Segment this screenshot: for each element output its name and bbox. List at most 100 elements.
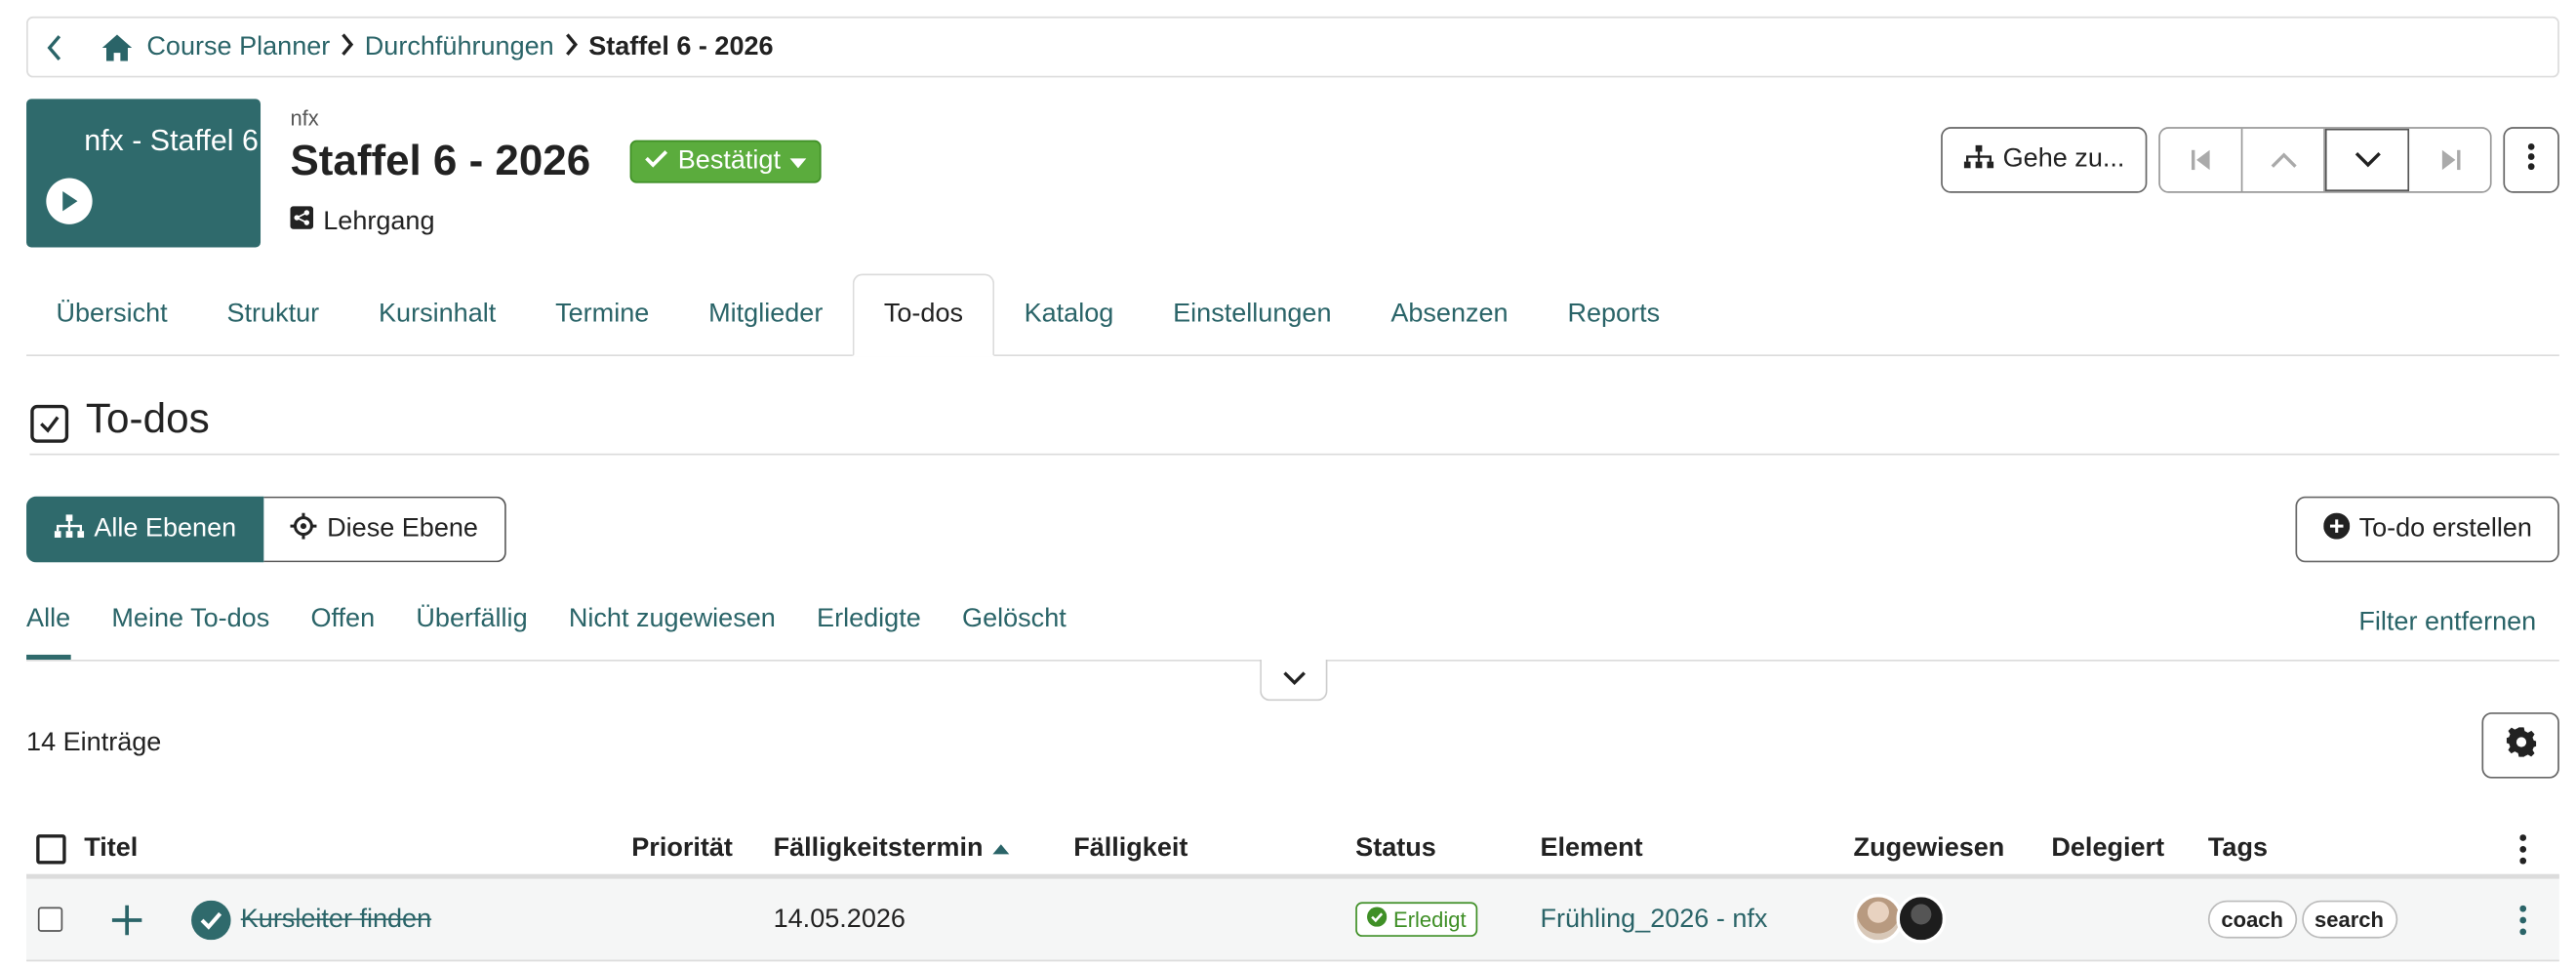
course-header: nfx Staffel 6 - 2026 Bestätigt Lehrgang	[290, 105, 823, 237]
col-status[interactable]: Status	[1355, 825, 1436, 874]
course-type: Lehrgang	[290, 206, 822, 237]
last-record-button[interactable]	[2409, 129, 2490, 191]
expand-filters-button[interactable]	[1260, 660, 1328, 702]
more-options-button[interactable]	[2503, 127, 2559, 193]
record-navigation	[2158, 127, 2492, 193]
status-badge: Erledigt	[1355, 902, 1478, 937]
ellipsis-vertical-icon	[2527, 142, 2535, 177]
crosshair-icon	[290, 511, 317, 546]
todo-element-link[interactable]: Frühling_2026 - nfx	[1540, 879, 1767, 960]
breadcrumb: Course Planner Durchführungen Staffel 6 …	[26, 16, 2559, 78]
level-toggle: Alle Ebenen Diese Ebene	[26, 496, 506, 563]
sort-ascending-icon	[992, 844, 1010, 855]
chevron-right-icon	[564, 33, 579, 61]
col-tags[interactable]: Tags	[2208, 825, 2268, 874]
course-thumbnail[interactable]: nfx - Staffel 6	[26, 99, 262, 248]
main-tabs: Übersicht Struktur Kursinhalt Termine Mi…	[26, 273, 2559, 357]
plus-circle-icon	[2322, 511, 2350, 546]
col-priority[interactable]: Priorität	[631, 825, 733, 874]
done-check-icon[interactable]	[191, 879, 231, 960]
chevron-right-icon	[340, 33, 354, 61]
tab-katalog[interactable]: Katalog	[994, 274, 1144, 357]
table-header: Titel Priorität Fälligkeitstermin Fällig…	[26, 825, 2559, 879]
status-label: Bestätigt	[677, 145, 781, 175]
tab-reports[interactable]: Reports	[1538, 274, 1690, 357]
status-dropdown[interactable]: Bestätigt	[629, 139, 823, 182]
filter-tabs: Alle Meine To-dos Offen Überfällig Nicht…	[26, 593, 2559, 662]
tab-termine[interactable]: Termine	[526, 274, 679, 357]
tab-kursinhalt[interactable]: Kursinhalt	[349, 274, 526, 357]
back-icon[interactable]	[45, 34, 78, 60]
col-due-date-label: Fälligkeitstermin	[773, 834, 984, 863]
filter-offen[interactable]: Offen	[310, 593, 375, 660]
tab-uebersicht[interactable]: Übersicht	[26, 274, 197, 357]
col-delegated[interactable]: Delegiert	[2051, 825, 2164, 874]
breadcrumb-current: Staffel 6 - 2026	[588, 31, 774, 60]
first-record-button[interactable]	[2160, 128, 2243, 192]
play-icon[interactable]	[46, 178, 93, 224]
create-todo-button[interactable]: To-do erstellen	[2295, 496, 2559, 563]
next-record-button[interactable]	[2324, 128, 2410, 192]
this-level-label: Diese Ebene	[327, 514, 478, 544]
checkbox-square-icon	[29, 404, 69, 455]
todo-tags: coach search	[2207, 879, 2402, 960]
sitemap-icon	[1963, 143, 1993, 176]
filter-meine-todos[interactable]: Meine To-dos	[111, 593, 269, 660]
todo-status: Erledigt	[1355, 879, 1478, 960]
select-all-checkbox[interactable]	[36, 825, 66, 874]
breadcrumb-course-planner[interactable]: Course Planner	[146, 32, 330, 61]
col-title[interactable]: Titel	[84, 825, 138, 874]
clear-filters-link[interactable]: Filter entfernen	[2358, 609, 2536, 638]
col-due-date[interactable]: Fälligkeitstermin	[774, 825, 1010, 874]
section-title: To-dos	[85, 395, 210, 442]
add-subtask-icon[interactable]	[110, 879, 143, 960]
this-level-button[interactable]: Diese Ebene	[263, 496, 506, 563]
filter-ueberfaellig[interactable]: Überfällig	[416, 593, 527, 660]
row-checkbox[interactable]	[37, 879, 63, 960]
filter-erledigte[interactable]: Erledigte	[817, 593, 921, 660]
sitemap-icon	[54, 513, 85, 544]
col-due[interactable]: Fälligkeit	[1073, 825, 1187, 874]
tab-absenzen[interactable]: Absenzen	[1361, 274, 1538, 357]
check-icon	[645, 146, 668, 176]
goto-button[interactable]: Gehe zu...	[1941, 127, 2148, 193]
filter-geloescht[interactable]: Gelöscht	[962, 593, 1067, 660]
share-icon	[290, 206, 314, 237]
tab-mitglieder[interactable]: Mitglieder	[679, 274, 853, 357]
column-options-icon[interactable]	[2519, 825, 2527, 874]
home-icon[interactable]	[101, 32, 134, 61]
entries-count: 14 Einträge	[26, 728, 162, 757]
tab-einstellungen[interactable]: Einstellungen	[1144, 274, 1361, 357]
col-assigned[interactable]: Zugewiesen	[1854, 825, 2005, 874]
tag[interactable]: search	[2301, 900, 2397, 939]
page-title: Staffel 6 - 2026	[290, 135, 591, 185]
all-levels-label: Alle Ebenen	[94, 514, 237, 544]
todo-title-link[interactable]: Kursleiter finden	[241, 879, 431, 960]
course-org: nfx	[290, 105, 319, 131]
assignee-avatars	[1853, 879, 1969, 960]
check-circle-icon	[1367, 907, 1388, 932]
row-options-icon[interactable]	[2519, 879, 2527, 960]
breadcrumb-durchfuehrungen[interactable]: Durchführungen	[365, 32, 554, 61]
avatar[interactable]	[1896, 893, 1947, 944]
gear-icon	[2505, 726, 2536, 764]
todo-due-date: 14.05.2026	[773, 904, 906, 933]
goto-label: Gehe zu...	[2002, 144, 2125, 174]
table-row: Kursleiter finden 14.05.2026 Erledigt Fr…	[26, 878, 2559, 962]
previous-record-button[interactable]	[2242, 128, 2325, 192]
all-levels-button[interactable]: Alle Ebenen	[26, 496, 264, 563]
tag[interactable]: coach	[2207, 900, 2297, 939]
section-header: To-dos	[29, 395, 2559, 456]
course-type-label: Lehrgang	[323, 207, 435, 235]
filter-nicht-zugewiesen[interactable]: Nicht zugewiesen	[569, 593, 776, 660]
filter-alle[interactable]: Alle	[26, 593, 71, 660]
chevron-down-icon	[1282, 665, 1306, 694]
course-tile-text: nfx - Staffel 6	[84, 123, 259, 157]
tab-struktur[interactable]: Struktur	[197, 274, 349, 357]
tab-todos[interactable]: To-dos	[852, 273, 995, 357]
table-settings-button[interactable]	[2481, 712, 2559, 779]
status-badge-label: Erledigt	[1393, 907, 1467, 932]
col-element[interactable]: Element	[1540, 825, 1642, 874]
caret-down-icon	[790, 146, 808, 176]
create-todo-label: To-do erstellen	[2358, 514, 2532, 544]
